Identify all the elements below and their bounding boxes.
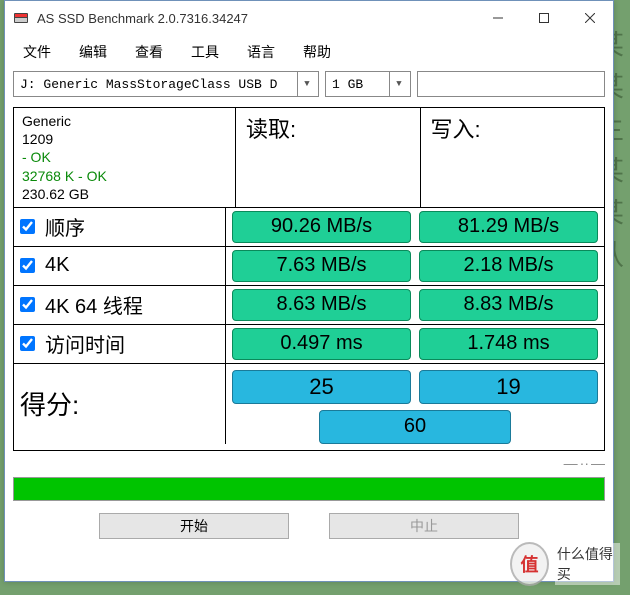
row-score: 得分: 25 19 60 (14, 364, 604, 450)
score-total: 60 (319, 410, 511, 444)
4k64-write: 8.83 MB/s (419, 289, 598, 321)
device-model: 1209 (22, 130, 227, 148)
dash-icon: — (591, 455, 605, 471)
device-name: Generic (22, 112, 227, 130)
results-panel: Generic 1209 - OK 32768 K - OK 230.62 GB… (13, 107, 605, 451)
menu-language[interactable]: 语言 (235, 40, 287, 64)
scroll-grip[interactable]: — ·· — (5, 451, 613, 475)
row-seq: 顺序 90.26 MB/s 81.29 MB/s (14, 208, 604, 247)
4k-checkbox[interactable] (20, 258, 35, 273)
4k64-read: 8.63 MB/s (232, 289, 411, 321)
abort-button: 中止 (329, 513, 519, 539)
window-title: AS SSD Benchmark 2.0.7316.34247 (37, 11, 475, 26)
drive-select-value: J: Generic MassStorageClass USB D (20, 77, 277, 92)
device-capacity: 230.62 GB (22, 185, 227, 203)
menu-tools[interactable]: 工具 (179, 40, 231, 64)
watermark: 值 什么值得买 (510, 543, 620, 585)
button-bar: 开始 中止 (5, 509, 613, 547)
app-window: AS SSD Benchmark 2.0.7316.34247 文件 编辑 查看… (4, 0, 614, 582)
menu-edit[interactable]: 编辑 (67, 40, 119, 64)
menubar: 文件 编辑 查看 工具 语言 帮助 (5, 35, 613, 65)
chevron-down-icon: ▼ (297, 72, 316, 96)
row-4k: 4K 7.63 MB/s 2.18 MB/s (14, 247, 604, 286)
4k-write: 2.18 MB/s (419, 250, 598, 282)
close-button[interactable] (567, 1, 613, 35)
status-textbox[interactable] (417, 71, 605, 97)
seq-checkbox[interactable] (20, 219, 35, 234)
size-select-value: 1 GB (332, 77, 363, 92)
device-info: Generic 1209 - OK 32768 K - OK 230.62 GB (14, 108, 236, 207)
watermark-text: 什么值得买 (555, 543, 620, 585)
4k64-checkbox[interactable] (20, 297, 35, 312)
dash-icon: — (564, 455, 578, 471)
4k-read: 7.63 MB/s (232, 250, 411, 282)
score-write: 19 (419, 370, 598, 404)
maximize-button[interactable] (521, 1, 567, 35)
menu-help[interactable]: 帮助 (291, 40, 343, 64)
watermark-logo-icon: 值 (510, 542, 549, 586)
row-access: 访问时间 0.497 ms 1.748 ms (14, 325, 604, 364)
seq-write: 81.29 MB/s (419, 211, 598, 243)
device-block: 32768 K - OK (22, 167, 227, 185)
row-4k64: 4K 64 线程 8.63 MB/s 8.83 MB/s (14, 286, 604, 325)
menu-view[interactable]: 查看 (123, 40, 175, 64)
4k-label: 4K (45, 254, 69, 277)
chevron-down-icon: ▼ (389, 72, 408, 96)
seq-read: 90.26 MB/s (232, 211, 411, 243)
score-read: 25 (232, 370, 411, 404)
4k64-label: 4K 64 线程 (45, 290, 143, 319)
drive-select[interactable]: J: Generic MassStorageClass USB D ▼ (13, 71, 319, 97)
access-checkbox[interactable] (20, 336, 35, 351)
minimize-button[interactable] (475, 1, 521, 35)
dots-icon: ·· (580, 455, 589, 471)
access-label: 访问时间 (45, 329, 125, 358)
access-write: 1.748 ms (419, 328, 598, 360)
menu-file[interactable]: 文件 (11, 40, 63, 64)
device-status: - OK (22, 148, 227, 166)
seq-label: 顺序 (45, 212, 85, 241)
size-select[interactable]: 1 GB ▼ (325, 71, 411, 97)
toolbar: J: Generic MassStorageClass USB D ▼ 1 GB… (5, 65, 613, 103)
access-read: 0.497 ms (232, 328, 411, 360)
header-write: 写入: (421, 108, 605, 207)
score-label: 得分: (14, 364, 226, 444)
app-icon (13, 10, 29, 26)
progress-bar (13, 477, 605, 501)
start-button[interactable]: 开始 (99, 513, 289, 539)
header-read: 读取: (236, 108, 421, 207)
titlebar[interactable]: AS SSD Benchmark 2.0.7316.34247 (5, 1, 613, 35)
